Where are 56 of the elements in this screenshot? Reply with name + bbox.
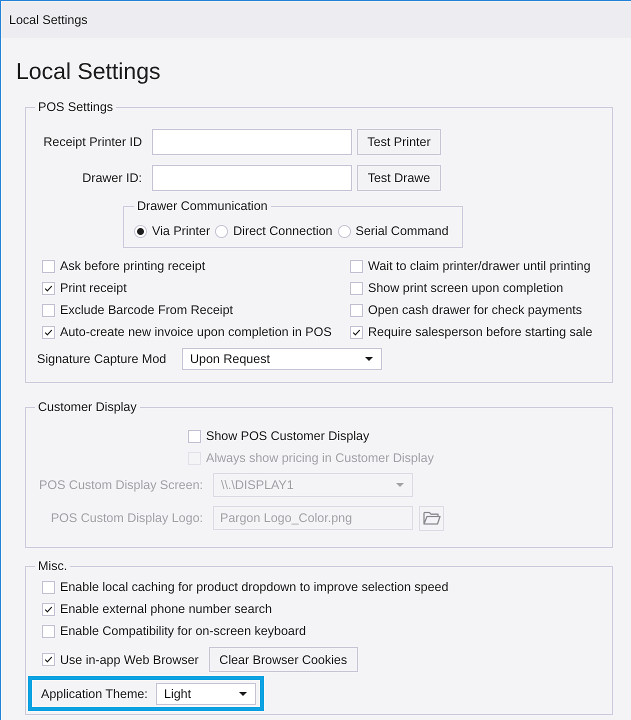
clear-cookies-button[interactable]: Clear Browser Cookies — [208, 647, 358, 672]
checkbox-label[interactable]: Ask before printing receipt — [60, 259, 206, 273]
checkbox-label[interactable]: Wait to claim printer/drawer until printing — [368, 259, 591, 273]
group-title: Customer Display — [37, 400, 138, 415]
checkbox[interactable] — [42, 580, 55, 594]
checkbox[interactable] — [350, 260, 363, 272]
dropdown[interactable]: Upon Request — [182, 348, 382, 370]
caret-icon — [239, 692, 247, 696]
checkbox-label[interactable]: Open cash drawer for check payments — [368, 303, 582, 317]
folder-icon — [422, 511, 440, 525]
radio-label[interactable]: Serial Command — [356, 224, 449, 238]
group-title: Drawer Communication — [136, 199, 269, 214]
checkbox[interactable] — [42, 304, 55, 316]
checkbox[interactable] — [42, 624, 55, 638]
checkbox[interactable] — [350, 304, 363, 316]
test-button[interactable]: Test Printer — [357, 129, 441, 155]
radio-button[interactable] — [338, 224, 350, 238]
field-label: Application Theme: — [41, 686, 149, 700]
checkbox-label[interactable]: Use in-app Web Browser — [60, 652, 199, 666]
checkbox-label[interactable]: Show print screen upon completion — [368, 281, 564, 295]
checkbox[interactable] — [350, 326, 363, 338]
field-label: Signature Capture Mod — [37, 352, 168, 366]
checkbox-label[interactable]: Auto-create new invoice upon completion in POS — [60, 325, 332, 339]
checkbox-label[interactable]: Print receipt — [60, 281, 127, 295]
checkbox[interactable] — [42, 282, 55, 294]
caret-icon — [396, 483, 404, 487]
group-title: Misc. — [37, 559, 68, 574]
checkbox[interactable] — [42, 602, 55, 616]
checkbox[interactable] — [350, 282, 363, 294]
radio-button[interactable] — [134, 224, 147, 238]
checkbox-label[interactable]: Require salesperson before starting sale — [368, 325, 592, 339]
dropdown[interactable]: Light — [156, 682, 256, 704]
test-button[interactable]: Test Drawe — [357, 165, 441, 191]
checkbox-label[interactable]: Exclude Barcode From Receipt — [60, 303, 233, 317]
page-heading: Local Settings — [16, 57, 162, 85]
checkbox-label[interactable]: Show POS Customer Display — [206, 429, 370, 443]
field-label: POS Custom Display Screen: — [38, 478, 203, 492]
checkbox[interactable] — [42, 653, 55, 666]
radio-label[interactable]: Direct Connection — [233, 224, 332, 238]
group-title: POS Settings — [37, 100, 114, 115]
field-label: Drawer ID: — [81, 171, 142, 185]
checkbox-label[interactable]: Enable local caching for product dropdown to improve selection speed — [60, 580, 448, 594]
input-field[interactable] — [152, 129, 352, 155]
field-label: POS Custom Display Logo: — [50, 511, 203, 525]
radio-label[interactable]: Via Printer — [152, 224, 210, 238]
caret-icon — [365, 357, 373, 361]
checkbox[interactable] — [42, 326, 55, 338]
checkbox-label[interactable]: Enable external phone number search — [60, 602, 272, 616]
browse-button[interactable] — [419, 506, 444, 530]
checkbox[interactable] — [188, 430, 201, 442]
field-label: Receipt Printer ID — [42, 135, 142, 149]
checkbox-label[interactable]: Enable Compatibility for on-screen keyboard — [60, 624, 306, 638]
radio-button[interactable] — [215, 224, 228, 238]
window-title: Local Settings — [9, 12, 88, 26]
checkbox[interactable] — [42, 260, 55, 272]
input-field[interactable] — [152, 165, 352, 191]
